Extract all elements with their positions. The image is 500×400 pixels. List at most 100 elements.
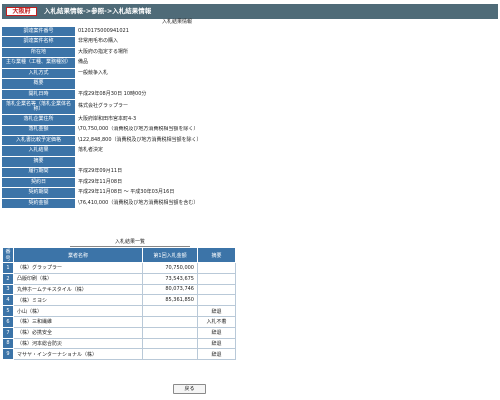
row-number: 6	[2, 315, 14, 328]
row-number: 3	[2, 283, 14, 296]
bid-amount	[142, 305, 198, 317]
bid-amount: 85,361,850	[142, 294, 198, 307]
info-row-opening-date: 開札日時 平成29年08月30日 10時00分	[2, 89, 354, 100]
row-number: 7	[2, 326, 14, 339]
bid-remarks: 辞退	[197, 305, 236, 317]
bid-remarks	[197, 272, 236, 285]
info-label: 開札日時	[2, 89, 75, 100]
bid-amount	[142, 348, 198, 361]
vendor-name: （株）三和繊維	[13, 315, 143, 328]
row-number: 5	[2, 305, 14, 317]
info-value	[75, 156, 354, 167]
info-row-contract-date: 契約日 平成29年11月08日	[2, 177, 354, 188]
table-row: 3 丸伸ホームテキスタイル（株） 80,073,746	[2, 283, 236, 296]
info-value: \122,848,800（消費税及び地方消費税相当額を除く）	[75, 135, 354, 146]
table-row: 2 凸版印刷（株） 73,543,675	[2, 272, 236, 285]
info-label: 落札金額	[2, 125, 75, 135]
bid-remarks: 辞退	[197, 326, 236, 339]
back-button[interactable]: 戻る	[173, 384, 206, 394]
breadcrumb: 入札結果情報->参照->入札結果情報	[44, 7, 152, 15]
info-label: 入札結果	[2, 146, 75, 156]
info-row-industry: 主な業種（工種、業務種別） 備品	[2, 58, 354, 68]
info-label: 履行期間	[2, 167, 75, 177]
info-value: 非常用毛布の購入	[75, 37, 354, 47]
info-row-bid-method: 入札方式 一般競争入札	[2, 68, 354, 78]
vendor-name: 小山（株）	[13, 305, 143, 317]
info-label: 調達案件番号	[2, 27, 75, 37]
row-number: 9	[2, 348, 14, 361]
vendor-name: マサヤ・インターナショナル（株）	[13, 348, 143, 361]
bid-results-table: 番号 業者名称 第1回入札金額 摘要 1 （株）グラップラー 70,750,00…	[2, 247, 236, 361]
vendor-name: （株）グラップラー	[13, 262, 143, 274]
row-number: 1	[2, 262, 14, 274]
info-row-estimated-price: 入札書比較予定価格 \122,848,800（消費税及び地方消費税相当額を除く）	[2, 135, 354, 146]
table-row: 6 （株）三和繊維 入札不着	[2, 315, 236, 328]
table-row: 8 （株）河本総合防災 辞退	[2, 337, 236, 350]
info-label: 所在地	[2, 47, 75, 58]
bid-amount	[142, 337, 198, 350]
info-label: 契約日	[2, 177, 75, 188]
info-label: 主な業種（工種、業務種別）	[2, 58, 75, 68]
info-value: 平成29年11月08日	[75, 177, 354, 188]
row-number: 8	[2, 337, 14, 350]
info-row-winning-amount: 落札金額 \70,750,000（消費税及び地方消費税相当額を除く）	[2, 125, 354, 135]
info-row-bid-result: 入札結果 落札者決定	[2, 146, 354, 156]
vendor-name: （株）河本総合防災	[13, 337, 143, 350]
results-section-title: 入札結果一覧	[70, 239, 190, 247]
bid-remarks	[197, 262, 236, 274]
info-row-overview: 概要	[2, 78, 354, 89]
bid-amount	[142, 326, 198, 339]
column-header-number: 番号	[2, 247, 14, 263]
table-row: 7 （株）必携安全 辞退	[2, 326, 236, 339]
column-header-vendor-name: 業者名称	[13, 247, 143, 263]
column-header-remarks: 摘要	[197, 247, 236, 263]
info-value: 備品	[75, 58, 354, 68]
info-label: 入札書比較予定価格	[2, 135, 75, 146]
info-label: 落札企業住所	[2, 115, 75, 125]
info-label: 契約金額	[2, 198, 75, 209]
info-label: 入札方式	[2, 68, 75, 78]
bid-remarks: 辞退	[197, 337, 236, 350]
bid-amount: 80,073,746	[142, 283, 198, 296]
column-header-first-bid-amount: 第1回入札金額	[142, 247, 198, 263]
info-value: 平成29年08月30日 10時00分	[75, 89, 354, 100]
info-label: 概要	[2, 78, 75, 89]
table-row: 5 小山（株） 辞退	[2, 305, 236, 317]
info-label: 摘要	[2, 156, 75, 167]
bid-amount: 70,750,000	[142, 262, 198, 274]
info-row-winner-address: 落札企業住所 大阪府岸和田市宮本町4-3	[2, 115, 354, 125]
info-section-title: 入札結果情報	[161, 19, 192, 25]
results-header-row: 番号 業者名称 第1回入札金額 摘要	[2, 247, 236, 263]
info-value: 一般競争入札	[75, 68, 354, 78]
info-row-contract-period: 契約期間 平成29年11月08日 ～ 平成30年03月16日	[2, 188, 354, 198]
bid-info-table: 調達案件番号 0120175000941021 調達案件名称 非常用毛布の購入 …	[2, 26, 354, 209]
info-label: 落札企業名等（落札企業体名称）	[2, 100, 75, 115]
info-value: 平成29年09月11日	[75, 167, 354, 177]
info-value: \70,750,000（消費税及び地方消費税相当額を除く）	[75, 125, 354, 135]
bid-remarks: 入札不着	[197, 315, 236, 328]
row-number: 2	[2, 272, 14, 285]
row-number: 4	[2, 294, 14, 307]
info-label: 調達案件名称	[2, 37, 75, 47]
table-row: 1 （株）グラップラー 70,750,000	[2, 262, 236, 274]
info-value: 大阪府岸和田市宮本町4-3	[75, 115, 354, 125]
info-value: 0120175000941021	[75, 27, 354, 37]
bid-remarks	[197, 294, 236, 307]
info-row-contract-amount: 契約金額 \76,410,000（消費税及び地方消費税相当額を含む）	[2, 198, 354, 209]
vendor-name: （株）必携安全	[13, 326, 143, 339]
bid-amount	[142, 315, 198, 328]
vendor-name: 凸版印刷（株）	[13, 272, 143, 285]
info-value: 平成29年11月08日 ～ 平成30年03月16日	[75, 188, 354, 198]
info-row-location: 所在地 大阪府の指定する場所	[2, 47, 354, 58]
info-value: \76,410,000（消費税及び地方消費税相当額を含む）	[75, 198, 354, 209]
vendor-name: （株）ミヨシ	[13, 294, 143, 307]
info-row-case-number: 調達案件番号 0120175000941021	[2, 27, 354, 37]
prefecture-badge: 大阪府	[6, 7, 37, 16]
bid-remarks: 辞退	[197, 348, 236, 361]
info-row-winner-name: 落札企業名等（落札企業体名称） 株式会社グラップラー	[2, 100, 354, 115]
bid-amount: 73,543,675	[142, 272, 198, 285]
info-value: 落札者決定	[75, 146, 354, 156]
info-row-performance-period: 履行期間 平成29年09月11日	[2, 167, 354, 177]
bid-remarks	[197, 283, 236, 296]
table-row: 9 マサヤ・インターナショナル（株） 辞退	[2, 348, 236, 361]
